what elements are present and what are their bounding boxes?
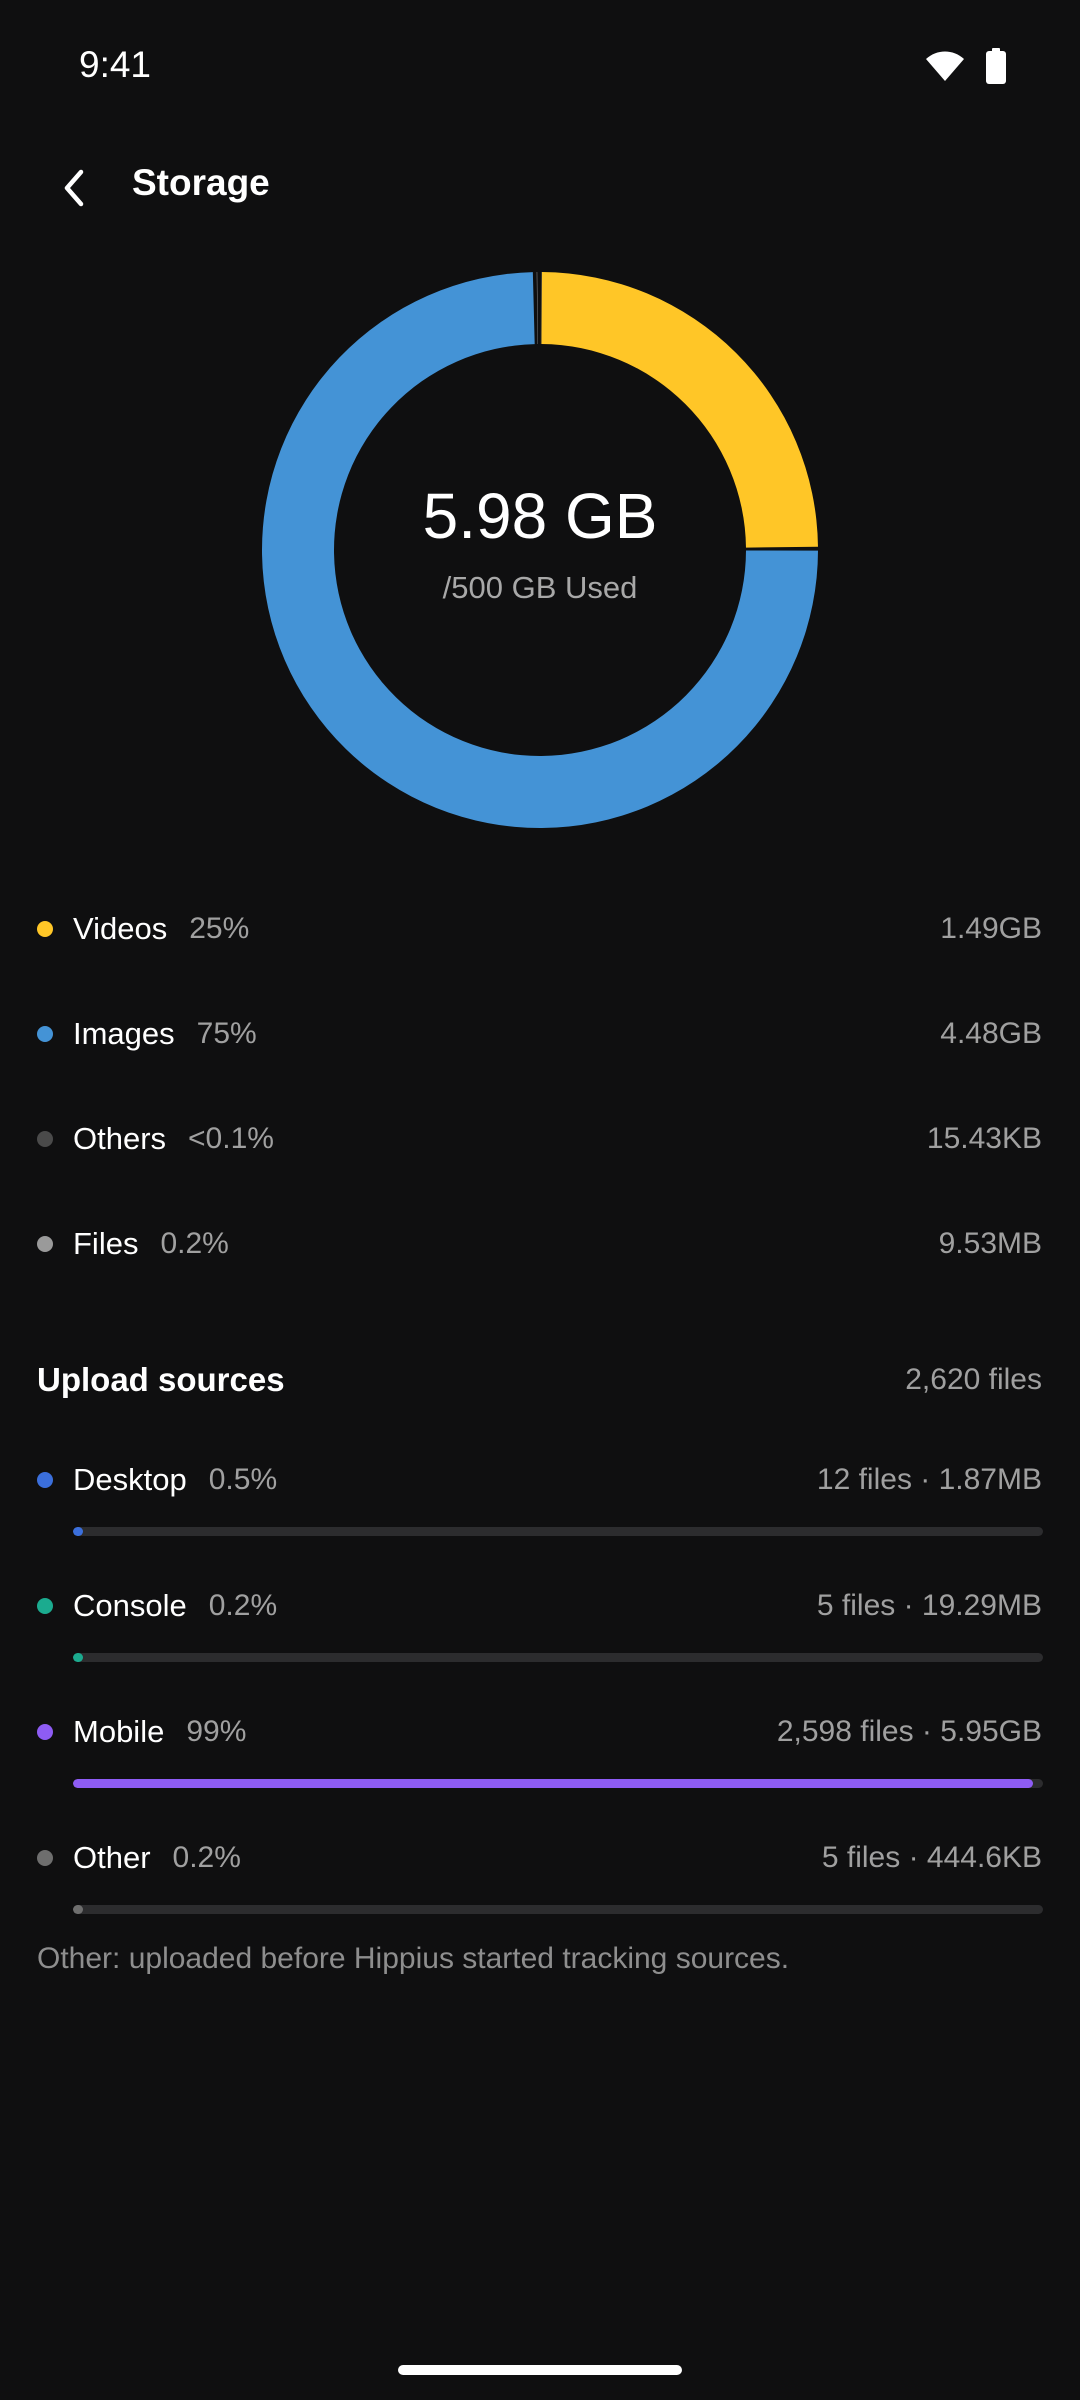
other-color-dot (37, 1850, 53, 1866)
mobile-color-dot (37, 1724, 53, 1740)
category-size: 15.43KB (926, 1122, 1042, 1155)
progress-fill (73, 1653, 83, 1662)
source-name: Desktop (73, 1462, 187, 1497)
category-percent: <0.1% (188, 1122, 274, 1155)
status-time: 9:41 (79, 44, 152, 85)
source-percent: 99% (186, 1715, 247, 1748)
source-row-mobile[interactable]: Mobile 99% 2,598 files · 5.95GB (37, 1704, 1042, 1760)
category-name: Others (73, 1121, 167, 1156)
source-detail: 5 files · 19.29MB (816, 1589, 1042, 1622)
category-size: 4.48GB (940, 1017, 1042, 1050)
page-title: Storage (132, 162, 270, 203)
category-row-others[interactable]: Others <0.1% 15.43KB (37, 1109, 1042, 1169)
videos-color-dot (37, 921, 53, 937)
donut-center: 5.98 GB /500 GB Used (262, 272, 818, 828)
source-row-other[interactable]: Other 0.2% 5 files · 444.6KB (37, 1830, 1042, 1886)
category-name: Images (73, 1016, 175, 1051)
source-progress-other (73, 1905, 1043, 1914)
progress-fill (73, 1779, 1034, 1788)
source-percent: 0.5% (208, 1463, 278, 1496)
back-button[interactable] (46, 160, 102, 216)
source-percent: 0.2% (208, 1589, 278, 1622)
desktop-color-dot (37, 1472, 53, 1488)
images-color-dot (37, 1026, 53, 1042)
status-icons (925, 48, 1007, 84)
home-indicator[interactable] (398, 2365, 682, 2375)
upload-sources-header: Upload sources 2,620 files (37, 1352, 1042, 1408)
source-row-console[interactable]: Console 0.2% 5 files · 19.29MB (37, 1578, 1042, 1634)
source-row-desktop[interactable]: Desktop 0.5% 12 files · 1.87MB (37, 1452, 1042, 1508)
category-percent: 25% (189, 912, 250, 945)
source-detail: 5 files · 444.6KB (821, 1841, 1042, 1874)
source-name: Console (73, 1588, 187, 1623)
source-progress-desktop (73, 1527, 1043, 1536)
source-name: Mobile (73, 1714, 165, 1749)
category-row-files[interactable]: Files 0.2% 9.53MB (37, 1214, 1042, 1274)
used-storage-value: 5.98 GB (422, 480, 658, 552)
wifi-icon (926, 51, 964, 81)
progress-fill (73, 1905, 83, 1914)
source-name: Other (73, 1840, 151, 1875)
category-percent: 75% (196, 1017, 257, 1050)
app-bar: Storage (0, 140, 1080, 230)
category-percent: 0.2% (160, 1227, 229, 1260)
section-title: Upload sources (37, 1361, 285, 1398)
battery-icon (986, 48, 1006, 84)
source-progress-console (73, 1653, 1043, 1662)
progress-fill (73, 1527, 83, 1536)
source-progress-mobile (73, 1779, 1043, 1788)
category-size: 1.49GB (940, 912, 1042, 945)
category-name: Files (73, 1226, 139, 1261)
source-detail: 12 files · 1.87MB (816, 1463, 1042, 1496)
category-size: 9.53MB (938, 1227, 1042, 1260)
source-detail: 2,598 files · 5.95GB (776, 1715, 1042, 1748)
status-bar: 9:41 (0, 0, 1080, 130)
console-color-dot (37, 1598, 53, 1614)
total-storage-label: /500 GB Used (442, 570, 638, 605)
files-color-dot (37, 1236, 53, 1252)
source-percent: 0.2% (172, 1841, 241, 1874)
category-row-videos[interactable]: Videos 25% 1.49GB (37, 899, 1042, 959)
sources-footnote: Other: uploaded before Hippius started t… (37, 1942, 790, 1975)
category-row-images[interactable]: Images 75% 4.48GB (37, 1004, 1042, 1064)
others-color-dot (37, 1131, 53, 1147)
chevron-left-icon (64, 169, 84, 207)
category-name: Videos (73, 911, 168, 946)
total-files-count: 2,620 files (905, 1363, 1042, 1396)
